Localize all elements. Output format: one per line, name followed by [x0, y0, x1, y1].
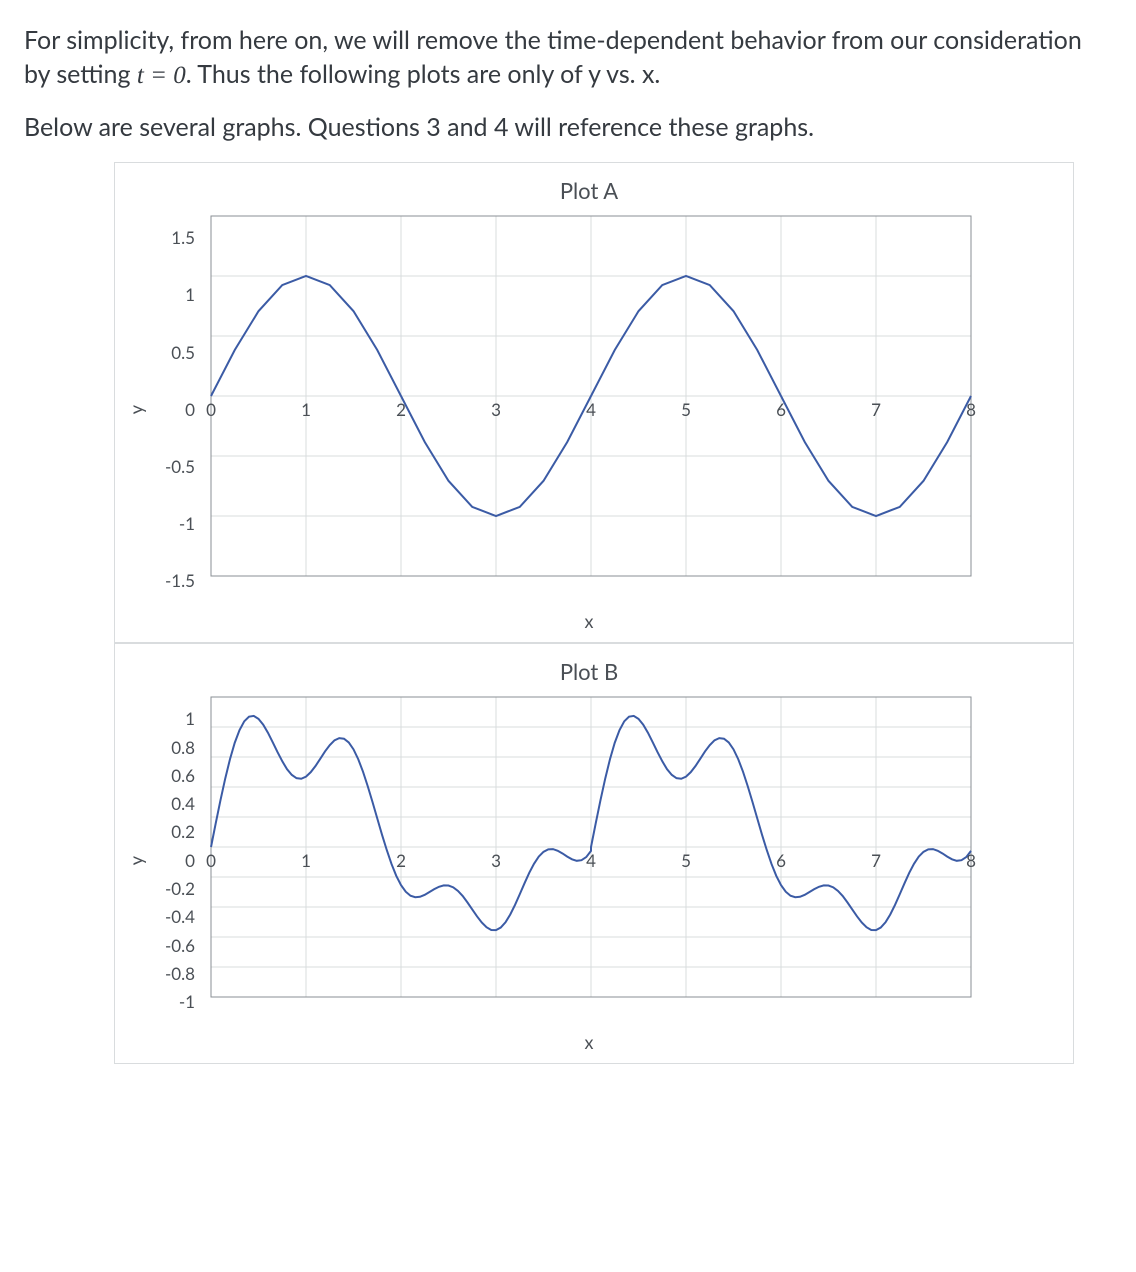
svg-text:7: 7: [871, 399, 881, 420]
plot-a-container: Plot A y 1.5 1 0.5 0 -0.5 -1 -1.5 0 1 2 3 4 5 6 7 8 x: [114, 162, 1074, 643]
y-axis-label: y: [125, 405, 153, 414]
svg-text:4: 4: [586, 850, 596, 871]
plot-svg: 0 1 2 3 4 5 6 7 8: [201, 693, 981, 1027]
plot-b-container: Plot B y 1 0.8 0.6 0.4 0.2 0 -0.2 -0.4 -0.6 -0.8 -…: [114, 643, 1074, 1064]
svg-text:2: 2: [396, 399, 406, 420]
svg-text:8: 8: [966, 850, 976, 871]
ytick-label: 0: [153, 852, 195, 869]
intro-paragraph-2: Below are several graphs. Questions 3 an…: [24, 111, 1112, 145]
ytick-label: -1.5: [153, 572, 195, 589]
svg-text:1: 1: [301, 850, 311, 871]
ytick-label: 1: [153, 286, 195, 303]
y-ticks: 1 0.8 0.6 0.4 0.2 0 -0.2 -0.4 -0.6 -0.8 -1: [153, 710, 201, 1010]
x-ticks: 0 1 2 3 4 5 6 7 8: [206, 850, 976, 871]
ytick-label: 1: [153, 710, 195, 727]
plot-svg: 0 1 2 3 4 5 6 7 8: [201, 212, 981, 606]
ytick-label: -0.6: [153, 937, 195, 954]
svg-text:5: 5: [681, 850, 691, 871]
svg-text:3: 3: [491, 850, 501, 871]
ytick-label: 0.2: [153, 823, 195, 840]
ytick-label: -1: [153, 993, 195, 1010]
ytick-label: -1: [153, 515, 195, 532]
intro-math: t = 0: [137, 62, 186, 89]
chart-title: Plot A: [125, 177, 1053, 204]
chart-title: Plot B: [125, 658, 1053, 685]
svg-text:6: 6: [776, 850, 786, 871]
x-axis-label: x: [125, 610, 1053, 632]
ytick-label: -0.5: [153, 458, 195, 475]
x-ticks: 0 1 2 3 4 5 6 7 8: [206, 399, 976, 420]
ytick-label: -0.2: [153, 880, 195, 897]
ytick-label: 0.8: [153, 739, 195, 756]
ytick-label: 1.5: [153, 229, 195, 246]
ytick-label: 0: [153, 401, 195, 418]
ytick-label: 0.5: [153, 344, 195, 361]
x-axis-label: x: [125, 1031, 1053, 1053]
y-axis-label: y: [125, 856, 153, 865]
svg-text:0: 0: [206, 850, 216, 871]
svg-text:1: 1: [301, 399, 311, 420]
svg-text:5: 5: [681, 399, 691, 420]
intro-text: For simplicity, from here on, we will re…: [24, 24, 1112, 144]
svg-text:6: 6: [776, 399, 786, 420]
svg-text:2: 2: [396, 850, 406, 871]
svg-text:0: 0: [206, 399, 216, 420]
svg-text:4: 4: [586, 399, 596, 420]
svg-text:8: 8: [966, 399, 976, 420]
ytick-label: 0.6: [153, 767, 195, 784]
svg-text:7: 7: [871, 850, 881, 871]
y-ticks: 1.5 1 0.5 0 -0.5 -1 -1.5: [153, 229, 201, 589]
intro-paragraph-1: For simplicity, from here on, we will re…: [24, 24, 1112, 93]
intro-line1-b: . Thus the following plots are only of y…: [186, 59, 661, 89]
ytick-label: -0.8: [153, 965, 195, 982]
ytick-label: -0.4: [153, 908, 195, 925]
svg-text:3: 3: [491, 399, 501, 420]
ytick-label: 0.4: [153, 795, 195, 812]
